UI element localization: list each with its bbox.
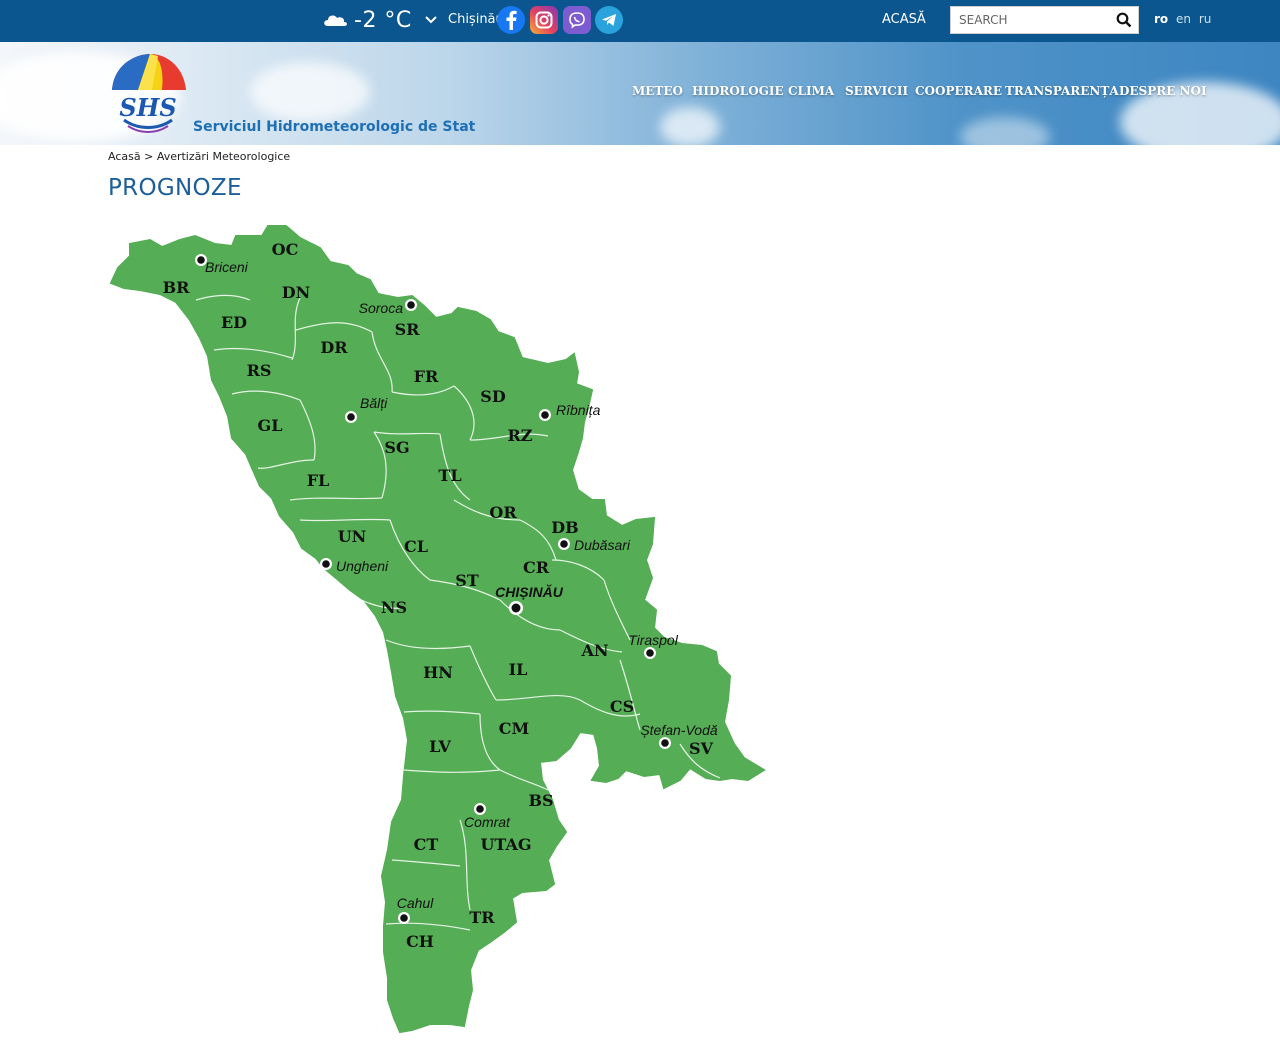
lang-ru[interactable]: ru [1199, 12, 1212, 26]
district-label-cl[interactable]: CL [404, 537, 428, 556]
city-marker-dot [476, 805, 484, 813]
city-marker-dot [646, 649, 654, 657]
district-label-cr[interactable]: CR [523, 558, 550, 577]
district-label-sv[interactable]: SV [689, 739, 714, 758]
telegram-icon[interactable] [595, 6, 623, 34]
city-marker-dot [197, 256, 205, 264]
search-box [950, 6, 1139, 34]
district-label-ct[interactable]: CT [414, 835, 439, 854]
district-label-fr[interactable]: FR [414, 367, 439, 386]
district-label-utag[interactable]: UTAG [480, 835, 531, 854]
district-label-ed[interactable]: ED [221, 313, 247, 332]
nav-transparenta[interactable]: TRANSPARENȚA [1005, 84, 1119, 98]
temperature: -2 °C [354, 7, 412, 33]
breadcrumb-separator: > [144, 150, 154, 163]
city-label-balti: Bălți [360, 395, 388, 411]
home-link[interactable]: ACASĂ [882, 12, 926, 27]
search-icon[interactable] [1116, 12, 1132, 28]
district-label-ch[interactable]: CH [406, 932, 434, 951]
district-label-br[interactable]: BR [163, 278, 191, 297]
district-label-bs[interactable]: BS [528, 791, 553, 810]
district-label-sr[interactable]: SR [395, 320, 421, 339]
city-marker-dot [661, 739, 669, 747]
city-label-cahul: Cahul [397, 895, 434, 911]
city-label-tiraspol: Tiraspol [628, 632, 679, 648]
city-label-soroca: Soroca [359, 300, 404, 316]
district-label-fl[interactable]: FL [307, 471, 330, 490]
district-label-rz[interactable]: RZ [508, 426, 533, 445]
district-label-il[interactable]: IL [509, 660, 528, 679]
lang-en[interactable]: en [1176, 12, 1191, 26]
district-label-un[interactable]: UN [338, 527, 367, 546]
top-bar: -2 °C Chișinău ACASĂ ro en ru [0, 0, 1280, 42]
district-label-rs[interactable]: RS [247, 361, 272, 380]
search-input[interactable] [959, 7, 1109, 33]
city-marker-dot [541, 411, 549, 419]
city-marker-dot [322, 560, 330, 568]
city-marker-dot [347, 413, 355, 421]
lang-ro[interactable]: ro [1154, 12, 1168, 26]
instagram-icon[interactable] [530, 6, 558, 34]
language-switcher: ro en ru [1154, 12, 1215, 26]
district-label-tl[interactable]: TL [438, 466, 461, 485]
breadcrumb-current: Avertizări Meteorologice [156, 150, 291, 163]
district-label-tr[interactable]: TR [469, 908, 495, 927]
city-marker-dot [560, 540, 568, 548]
nav-meteo[interactable]: METEO [632, 84, 683, 98]
nav-cooperare[interactable]: COOPERARE [915, 84, 1002, 98]
breadcrumb-home[interactable]: Acasă [108, 150, 141, 163]
city-label-stefan-voda: Ștefan-Vodă [640, 722, 718, 738]
moldova-outline [109, 225, 766, 1034]
district-label-sd[interactable]: SD [480, 387, 506, 406]
district-label-cs[interactable]: CS [610, 697, 634, 716]
facebook-icon[interactable] [497, 6, 525, 34]
cloud-icon [324, 15, 347, 26]
moldova-warnings-map: OC BR DN ED DR SR RS FR SD GL RZ SG TL FL OR DB UN CL CR ST… [109, 225, 766, 1034]
nav-despre-noi[interactable]: DESPRE NOI [1119, 84, 1207, 98]
district-label-cm[interactable]: CM [499, 719, 529, 738]
district-label-oc[interactable]: OC [272, 240, 299, 259]
nav-servicii[interactable]: SERVICII [845, 84, 908, 98]
city-label-ribnita: Rîbnița [556, 402, 601, 418]
district-label-dn[interactable]: DN [282, 283, 311, 302]
city-label-ungheni: Ungheni [336, 558, 389, 574]
viber-icon[interactable] [563, 6, 591, 34]
brand-name[interactable]: Serviciul Hidrometeorologic de Stat [193, 119, 475, 135]
district-label-lv[interactable]: LV [429, 737, 451, 756]
district-label-hn[interactable]: HN [423, 663, 453, 682]
shs-logo[interactable]: SHS [108, 50, 188, 138]
district-label-ns[interactable]: NS [381, 598, 407, 617]
city-label-dubasari: Dubăsari [574, 537, 631, 553]
chevron-down-icon[interactable] [424, 10, 438, 30]
district-label-sg[interactable]: SG [384, 438, 409, 457]
city-label-comrat: Comrat [464, 814, 511, 830]
breadcrumb: Acasă > Avertizări Meteorologice [108, 150, 290, 163]
district-label-an[interactable]: AN [580, 641, 608, 660]
district-label-gl[interactable]: GL [258, 416, 283, 435]
district-label-st[interactable]: ST [455, 571, 479, 590]
city-marker-dot [400, 914, 408, 922]
city-marker-dot [511, 603, 521, 613]
city-selector[interactable]: Chișinău [448, 12, 504, 27]
city-marker-dot [407, 301, 415, 309]
page-title: PROGNOZE [108, 175, 242, 201]
logo-text: SHS [119, 93, 176, 122]
city-label-briceni: Briceni [205, 259, 249, 275]
weather-widget[interactable]: -2 °C [322, 6, 412, 34]
nav-hidrologie[interactable]: HIDROLOGIE [692, 84, 784, 98]
district-label-dr[interactable]: DR [320, 338, 348, 357]
nav-clima[interactable]: CLIMA [788, 84, 834, 98]
district-label-db[interactable]: DB [551, 518, 578, 537]
city-label-chisinau: CHIȘINĂU [495, 584, 564, 600]
district-label-or[interactable]: OR [489, 503, 517, 522]
